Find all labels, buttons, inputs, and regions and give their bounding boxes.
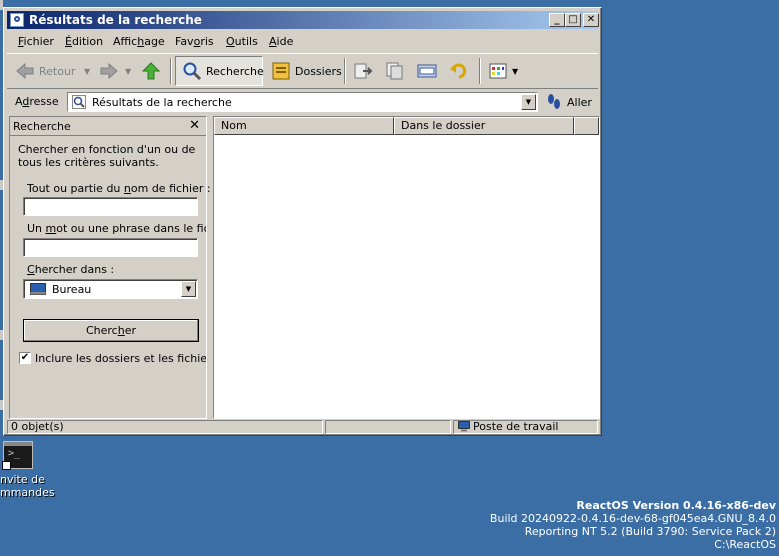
- include-hidden-checkbox[interactable]: ✔: [19, 352, 31, 364]
- version-line: ReactOS Version 0.4.16-x86-dev: [576, 499, 776, 512]
- folders-button[interactable]: Dossiers: [271, 56, 342, 86]
- search-pane-header: Recherche ✕: [10, 117, 206, 136]
- back-button[interactable]: Retour: [15, 56, 75, 86]
- look-in-dropdown-button[interactable]: ▼: [181, 281, 196, 297]
- search-description: Chercher en fonction d'un ou de tous les…: [18, 143, 196, 169]
- forward-dropdown[interactable]: ▼: [125, 56, 131, 86]
- look-in-label: Chercher dans :: [27, 263, 115, 276]
- delete-icon: [417, 61, 437, 81]
- path-line: C:\ReactOS: [714, 538, 776, 551]
- address-bar: Adresse Résultats de la recherche ▼ Alle…: [7, 91, 598, 113]
- filename-input[interactable]: [23, 197, 198, 216]
- search-pane-title: Recherche: [13, 120, 71, 133]
- back-label: Retour: [39, 64, 76, 78]
- menu-favorites[interactable]: Favoris: [175, 35, 214, 48]
- move-to-button[interactable]: [353, 56, 377, 86]
- menu-tools[interactable]: Outils: [226, 35, 258, 48]
- version-watermark: ReactOS Version 0.4.16-x86-dev Build 202…: [490, 499, 776, 551]
- desktop-icon-label: nvite de: [0, 473, 45, 486]
- undo-arrow-icon: [449, 61, 469, 81]
- status-pane-empty: [325, 420, 451, 434]
- results-list[interactable]: Nom Dans le dossier: [213, 116, 600, 419]
- undo-button[interactable]: [449, 56, 473, 86]
- menu-edit[interactable]: Édition: [65, 35, 103, 48]
- desktop-icon: [30, 283, 46, 298]
- toolbar: Retour ▼ ▼ Recherche Dossiers ▼: [7, 53, 598, 89]
- back-arrow-icon: [15, 61, 35, 81]
- toolbar-separator: [479, 58, 481, 84]
- status-object-count: 0 objet(s): [7, 420, 323, 434]
- search-icon: [182, 61, 202, 81]
- views-icon: [488, 61, 508, 81]
- column-header-name[interactable]: Nom: [214, 117, 394, 135]
- build-line: Build 20240922-0.4.16-dev-68-gf045ea4.GN…: [489, 512, 776, 525]
- go-footprints-icon: [545, 93, 563, 111]
- minimize-button[interactable]: _: [549, 13, 565, 27]
- search-results-window: Résultats de la recherche _ □ ✕ Fichier …: [3, 7, 602, 436]
- look-in-select[interactable]: Bureau ▼: [23, 279, 198, 299]
- search-window-icon: [10, 13, 24, 27]
- toolbar-separator: [170, 58, 172, 84]
- forward-arrow-icon: [99, 61, 119, 81]
- up-button[interactable]: [141, 56, 165, 86]
- folders-icon: [271, 61, 291, 81]
- window-title: Résultats de la recherche: [29, 13, 202, 27]
- go-label: Aller: [567, 95, 592, 109]
- maximize-button[interactable]: □: [565, 13, 581, 27]
- move-to-icon: [353, 61, 373, 81]
- close-button[interactable]: ✕: [583, 13, 599, 27]
- column-header-folder[interactable]: Dans le dossier: [394, 117, 574, 135]
- status-zone: Poste de travail: [453, 420, 598, 434]
- address-combobox[interactable]: Résultats de la recherche ▼: [67, 92, 538, 112]
- search-pane: Recherche ✕ Chercher en fonction d'un ou…: [9, 116, 211, 419]
- copy-to-icon: [385, 61, 405, 81]
- reporting-line: Reporting NT 5.2 (Build 3790: Service Pa…: [524, 525, 776, 538]
- computer-icon: [458, 421, 470, 435]
- status-bar: 0 objet(s) Poste de travail: [7, 420, 598, 434]
- search-label: Recherche: [206, 64, 264, 78]
- desktop-icon-label: mmandes: [0, 486, 55, 499]
- search-results-icon: [72, 95, 86, 112]
- dropdown-arrow-icon: ▼: [512, 66, 519, 76]
- search-submit-button[interactable]: Chercher: [23, 319, 199, 342]
- phrase-label: Un mot ou une phrase dans le fichier :: [27, 222, 206, 235]
- dropdown-arrow-icon: ▼: [125, 66, 132, 76]
- include-hidden-label: Inclure les dossiers et les fichiers cac…: [35, 352, 206, 365]
- up-arrow-icon: [141, 61, 161, 81]
- dropdown-arrow-icon: ▼: [84, 66, 91, 76]
- close-pane-icon[interactable]: ✕: [189, 118, 200, 133]
- column-header-empty: [574, 117, 599, 135]
- delete-button[interactable]: [417, 56, 441, 86]
- go-button[interactable]: Aller: [545, 91, 592, 113]
- toolbar-separator: [344, 58, 346, 84]
- menu-view[interactable]: Affichage: [113, 35, 165, 48]
- views-button[interactable]: ▼: [488, 56, 518, 86]
- folders-label: Dossiers: [295, 64, 342, 78]
- back-dropdown[interactable]: ▼: [84, 56, 90, 86]
- address-value: Résultats de la recherche: [92, 96, 232, 109]
- menu-file[interactable]: Fichier: [18, 35, 54, 48]
- address-label: Adresse: [15, 95, 59, 108]
- menu-help[interactable]: Aide: [269, 35, 293, 48]
- filename-label: Tout ou partie du nom de fichier :: [27, 182, 211, 195]
- title-bar[interactable]: Résultats de la recherche _ □ ✕: [7, 11, 599, 29]
- command-prompt-icon: >_: [2, 441, 33, 470]
- look-in-value: Bureau: [52, 283, 92, 296]
- forward-button[interactable]: [99, 56, 123, 86]
- menu-bar: Fichier Édition Affichage Favoris Outils…: [7, 32, 598, 51]
- search-button[interactable]: Recherche: [175, 56, 264, 86]
- status-zone-label: Poste de travail: [473, 420, 559, 433]
- copy-to-button[interactable]: [385, 56, 409, 86]
- phrase-input[interactable]: [23, 238, 198, 257]
- address-dropdown-button[interactable]: ▼: [521, 94, 536, 110]
